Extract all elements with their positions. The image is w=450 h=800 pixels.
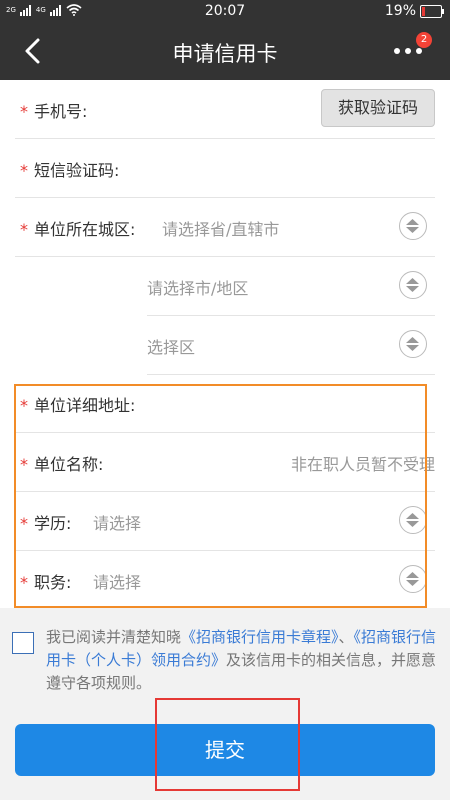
city-row[interactable]: 请选择市/地区 [147,257,435,316]
company-label: * 单位名称: [20,455,104,474]
agreement-section: 我已阅读并清楚知晓《招商银行信用卡章程》、《招商银行信用卡（个人卡）领用合约》及… [0,608,450,708]
address-label: * 单位详细地址: [20,396,136,415]
district-spinner-icon[interactable] [399,330,427,358]
province-row[interactable]: * 单位所在城区: 请选择省/直辖市 [15,198,435,257]
district-row[interactable]: 选择区 [147,316,435,375]
battery-percent: 19% [384,3,416,19]
more-icon [394,48,422,54]
application-form: * 手机号: 获取验证码 * 短信验证码: * 单位所在城区: 请选择省/直辖市 请选… [0,80,450,608]
position-spinner-icon[interactable] [399,565,427,593]
city-select[interactable]: 请选择市/地区 [147,275,248,299]
battery-icon [420,5,444,18]
nav-bar: 申请信用卡 2 [0,22,450,80]
agreement-text: 我已阅读并清楚知晓《招商银行信用卡章程》、《招商银行信用卡（个人卡）领用合约》及… [46,628,437,692]
province-spinner-icon[interactable] [399,212,427,240]
clock: 20:07 [204,3,246,19]
sms-code-label: * 短信验证码: [20,161,120,180]
district-select[interactable]: 选择区 [147,334,195,358]
education-row[interactable]: * 学历: 请选择 [15,492,435,551]
status-bar: 2G 4G 20:07 19% [0,0,450,22]
company-row[interactable]: * 单位名称: 非在职人员暂不受理 [15,433,435,492]
city-area-label: * 单位所在城区: [20,220,136,239]
more-button[interactable]: 2 [390,32,432,68]
province-select[interactable]: 请选择省/直辖市 [162,216,279,240]
agreement-checkbox[interactable] [12,632,34,654]
position-row[interactable]: * 职务: 请选择 [15,551,435,608]
card-rules-link[interactable]: 《招商银行信用卡章程》 [181,628,339,646]
get-code-button[interactable]: 获取验证码 [321,89,435,127]
notification-badge: 2 [416,32,432,48]
sms-code-row[interactable]: * 短信验证码: [15,139,435,198]
phone-label: * 手机号: [20,102,88,121]
education-select[interactable]: 请选择 [93,510,141,534]
company-hint: 非在职人员暂不受理 [290,455,435,474]
phone-row: * 手机号: 获取验证码 [15,80,435,139]
position-label: * 职务: [20,573,72,592]
position-select[interactable]: 请选择 [93,569,141,593]
education-label: * 学历: [20,514,72,533]
page-title: 申请信用卡 [172,42,278,66]
address-row[interactable]: * 单位详细地址: [15,374,435,433]
battery-fill [422,7,425,16]
city-spinner-icon[interactable] [399,271,427,299]
submit-button[interactable]: 提交 [15,724,435,776]
education-spinner-icon[interactable] [399,506,427,534]
